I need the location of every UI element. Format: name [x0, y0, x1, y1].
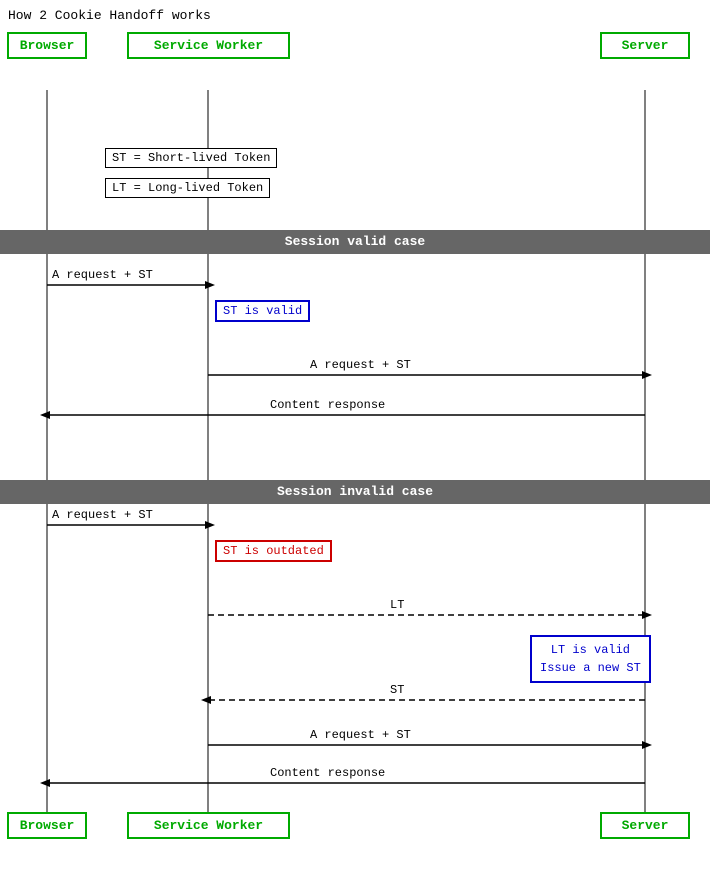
- st-definition: ST = Short-lived Token: [105, 148, 277, 168]
- lt-valid-note: LT is valid Issue a new ST: [530, 635, 651, 683]
- session-valid-header: Session valid case: [0, 230, 710, 254]
- msg-req1: A request + ST: [52, 268, 153, 282]
- diagram: How 2 Cookie Handoff works: [0, 0, 710, 872]
- msg-req2: A request + ST: [310, 358, 411, 372]
- msg-req3: A request + ST: [52, 508, 153, 522]
- server-actor-top: Server: [600, 32, 690, 59]
- st-outdated-note: ST is outdated: [215, 540, 332, 562]
- msg-content2: Content response: [270, 766, 385, 780]
- service-worker-actor-bottom: Service Worker: [127, 812, 290, 839]
- server-actor-bottom: Server: [600, 812, 690, 839]
- msg-lt: LT: [390, 598, 404, 612]
- st-valid-note: ST is valid: [215, 300, 310, 322]
- msg-req4: A request + ST: [310, 728, 411, 742]
- diagram-title: How 2 Cookie Handoff works: [8, 8, 211, 23]
- lt-definition: LT = Long-lived Token: [105, 178, 270, 198]
- browser-actor-bottom: Browser: [7, 812, 87, 839]
- msg-content1: Content response: [270, 398, 385, 412]
- session-invalid-header: Session invalid case: [0, 480, 710, 504]
- browser-actor-top: Browser: [7, 32, 87, 59]
- service-worker-actor-top: Service Worker: [127, 32, 290, 59]
- msg-st: ST: [390, 683, 404, 697]
